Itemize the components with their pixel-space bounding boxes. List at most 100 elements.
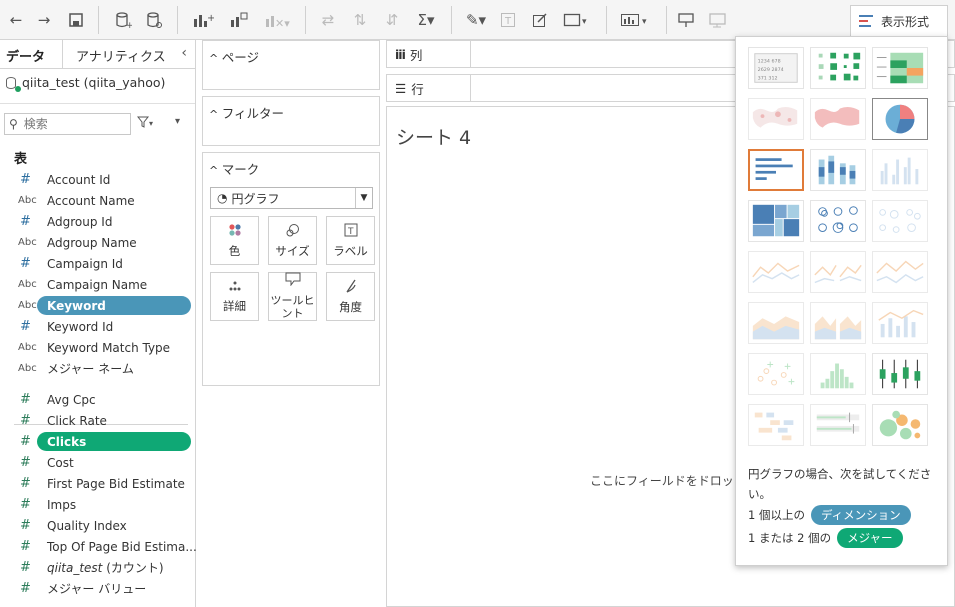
chart-type-side-by-side-circles[interactable] [872, 200, 928, 242]
chart-type-packed-bubbles[interactable] [872, 404, 928, 446]
field-account-id[interactable]: # Account Id [0, 169, 196, 190]
field-adgroup-name[interactable]: Abc Adgroup Name [0, 232, 196, 253]
chart-type-box-and-whisker[interactable] [872, 353, 928, 395]
field-name: Imps [47, 497, 77, 512]
field-name: Campaign Id [47, 256, 123, 271]
duplicate-icon[interactable] [228, 8, 250, 32]
fit-icon[interactable]: ▾ [562, 8, 592, 32]
field-account-name[interactable]: Abc Account Name [0, 190, 196, 211]
label-button[interactable]: T ラベル [326, 216, 375, 265]
datasource-item[interactable]: qiita_test (qiita_yahoo) [6, 75, 165, 92]
search-input[interactable] [21, 116, 116, 132]
field-keyword[interactable]: Abc Keyword [0, 295, 196, 316]
chart-type-area-continuous[interactable] [748, 302, 804, 344]
chart-type-dual-combination[interactable] [872, 302, 928, 344]
detail-button[interactable]: 詳細 [210, 272, 259, 321]
show-me-label: 表示形式 [881, 14, 930, 29]
show-me-button[interactable]: 表示形式 [850, 5, 948, 36]
field-imps[interactable]: # Imps [0, 494, 196, 515]
totals-icon[interactable]: Σ▾ [413, 8, 439, 32]
stacked-bars-icon [818, 155, 856, 185]
field-name: Keyword Id [47, 319, 114, 334]
chart-type-side-by-side-bars[interactable] [872, 149, 928, 191]
sort-asc-icon[interactable]: ⇅ [350, 8, 370, 32]
req2-prefix: 1 または 2 個の [748, 531, 832, 545]
field-first-page-bid-estimate[interactable]: # First Page Bid Estimate [0, 473, 196, 494]
swap-icon[interactable]: ⇄ [318, 8, 338, 32]
chart-type-pie-chart[interactable] [872, 98, 928, 140]
tab-data[interactable]: データ [0, 46, 54, 73]
collapse-pane-icon[interactable]: ‹ [181, 45, 187, 61]
redo-icon[interactable]: → [34, 8, 54, 32]
chart-type-histogram[interactable] [810, 353, 866, 395]
chart-type-filled-map[interactable] [810, 98, 866, 140]
symbol-map-icon [752, 107, 798, 128]
sheet-title[interactable]: シート 4 [396, 123, 471, 150]
field-top-of-page-bid-estima[interactable]: # Top Of Page Bid Estima... [0, 536, 197, 557]
chart-type-treemap[interactable] [748, 200, 804, 242]
size-button[interactable]: サイズ [268, 216, 317, 265]
data-pane: データ アナリティクス ‹ qiita_test (qiita_yahoo) ⚲… [0, 40, 197, 607]
field-quality-index[interactable]: # Quality Index [0, 515, 196, 536]
field-clicks[interactable]: # Clicks [0, 431, 196, 452]
undo-icon[interactable]: ← [6, 8, 26, 32]
field-keyword-match-type[interactable]: Abc Keyword Match Type [0, 337, 196, 358]
field-qiita-test[interactable]: # qiita_test (カウント) [0, 557, 196, 578]
chart-type-circle-views[interactable] [810, 200, 866, 242]
field-cost[interactable]: # Cost [0, 452, 196, 473]
chart-type-highlight-table[interactable] [872, 47, 928, 89]
tooltip-button[interactable]: ツールヒント [268, 272, 317, 321]
text-label-icon[interactable]: T [498, 8, 518, 32]
field-field[interactable]: # メジャー バリュー [0, 578, 196, 599]
heat-map-icon [818, 52, 861, 81]
save-icon[interactable] [66, 8, 86, 32]
new-worksheet-icon[interactable]: + [190, 8, 216, 32]
field-campaign-name[interactable]: Abc Campaign Name [0, 274, 196, 295]
datasource-icon[interactable] [143, 8, 165, 32]
chart-type-dual-lines[interactable] [872, 251, 928, 293]
chart-type-horizontal-bars[interactable] [748, 149, 804, 191]
chart-type-bullet-graph[interactable] [810, 404, 866, 446]
show-cards-icon[interactable]: ▾ [619, 8, 655, 32]
numeric-type-icon: # [20, 319, 31, 334]
pages-card[interactable]: ページ [202, 40, 380, 90]
chart-type-line-continuous[interactable] [748, 251, 804, 293]
field-click-rate[interactable]: # Click Rate [0, 410, 196, 431]
tab-analytics[interactable]: アナリティクス [76, 46, 166, 65]
field-name: Keyword Match Type [47, 340, 171, 355]
tooltip-icon [285, 272, 301, 292]
chart-type-line-discrete[interactable] [810, 251, 866, 293]
pane-menu-icon[interactable]: ▾ [175, 116, 180, 127]
chart-type-gantt-chart[interactable] [748, 404, 804, 446]
new-datasource-icon[interactable]: + [112, 8, 134, 32]
columns-shelf-label: iii 列 [387, 41, 471, 67]
filter-icon[interactable]: ▾ [136, 116, 157, 131]
field-search-box[interactable]: ⚲ [4, 113, 131, 135]
angle-button[interactable]: 角度 [326, 272, 375, 321]
marks-card: マーク ◔ 円グラフ ▼ 色 サイズ T ラベル [202, 152, 380, 386]
mark-type-dropdown[interactable]: ◔ 円グラフ ▼ [210, 187, 373, 209]
field-name: Avg Cpc [47, 392, 96, 407]
chart-type-scatter-plot[interactable] [748, 353, 804, 395]
chart-type-stacked-bars[interactable] [810, 149, 866, 191]
chart-type-text-table[interactable]: 1234 678 2629 2874 371 312 [748, 47, 804, 89]
presentation-icon[interactable] [676, 8, 696, 32]
chart-type-area-discrete[interactable] [810, 302, 866, 344]
color-button[interactable]: 色 [210, 216, 259, 265]
fix-axes-icon[interactable] [530, 8, 550, 32]
scatter-plot-icon [757, 361, 795, 386]
field-keyword-id[interactable]: # Keyword Id [0, 316, 196, 337]
field-adgroup-id[interactable]: # Adgroup Id [0, 211, 196, 232]
drop-field-hint: ここにフィールドをドロッ [590, 474, 734, 488]
field-avg-cpc[interactable]: # Avg Cpc [0, 389, 196, 410]
chart-type-heat-map[interactable] [810, 47, 866, 89]
chart-type-symbol-map[interactable] [748, 98, 804, 140]
clear-icon[interactable]: ✕▾ [262, 8, 292, 32]
filters-card[interactable]: フィルター [202, 96, 380, 146]
sort-desc-icon[interactable]: ⇵ [382, 8, 402, 32]
svg-text:▾: ▾ [582, 17, 587, 27]
field-field[interactable]: Abc メジャー ネーム [0, 358, 196, 379]
highlight-icon[interactable]: ✎▾ [464, 8, 488, 32]
field-campaign-id[interactable]: # Campaign Id [0, 253, 196, 274]
device-icon[interactable] [708, 8, 728, 32]
